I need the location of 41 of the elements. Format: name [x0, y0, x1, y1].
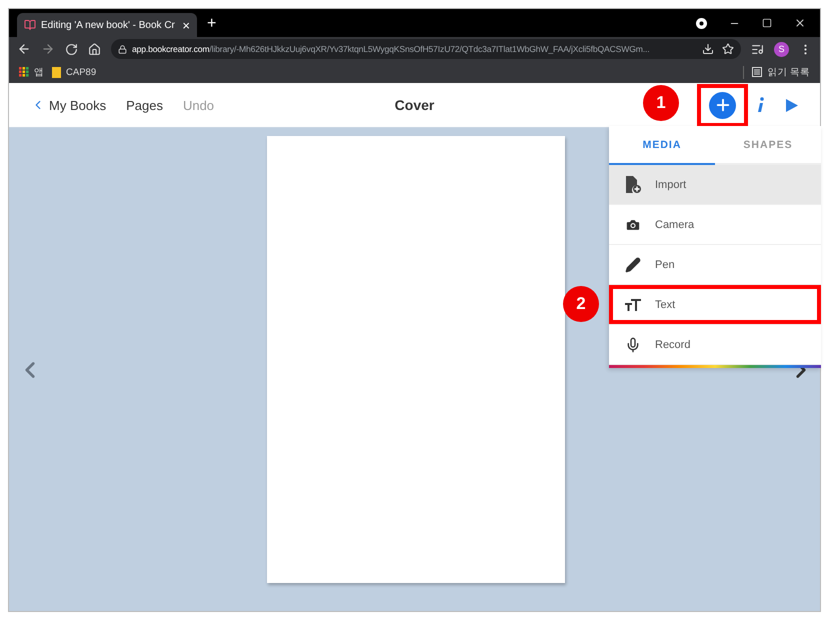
- menu-item[interactable]: Camera: [609, 205, 821, 245]
- folder-icon: [52, 66, 61, 78]
- menu-item[interactable]: Record: [609, 325, 821, 365]
- menu-item[interactable]: Text: [609, 285, 821, 325]
- star-icon[interactable]: [722, 43, 734, 55]
- my-books-link[interactable]: My Books: [31, 98, 106, 112]
- play-icon[interactable]: [786, 98, 798, 112]
- info-icon[interactable]: [758, 97, 764, 113]
- favicon-icon: [24, 19, 36, 31]
- playlist-icon[interactable]: [751, 42, 764, 56]
- bookmark[interactable]: CAP89: [52, 66, 96, 78]
- apps-grid-icon: [19, 67, 29, 77]
- browser-tab[interactable]: Editing 'A new book' - Book Cr ×: [17, 13, 197, 37]
- text-size-icon: [625, 298, 641, 310]
- url-text: app.bookcreator.com/library/-Mh626tHJkkzUuj6vqXR/Yv37ktqnL5WygqKSnsOfH57IzU72/QTdc3a7ITlat1WbGhW_FAA/jXcli5fbQACSWGm...: [132, 44, 650, 54]
- reload-icon[interactable]: [65, 42, 78, 56]
- address-field[interactable]: app.bookcreator.com/library/-Mh626tHJkkzUuj6vqXR/Yv37ktqnL5WygqKSnsOfH57IzU72/QTdc3a7ITlat1WbGhW_FAA/jXcli5fbQACSWGm...: [111, 39, 741, 59]
- menu-tab[interactable]: MEDIA: [609, 126, 715, 165]
- menu-item[interactable]: Pen: [609, 245, 821, 285]
- tab-title: Editing 'A new book' - Book Cr: [41, 20, 175, 30]
- bookmark[interactable]: 앱: [19, 66, 44, 78]
- toolbar-link[interactable]: Pages: [126, 98, 163, 112]
- new-tab-button[interactable]: +: [207, 15, 216, 33]
- file-plus-icon: [625, 176, 641, 194]
- page-title: Cover: [394, 97, 434, 113]
- maximize-icon[interactable]: [762, 18, 772, 28]
- profile-avatar[interactable]: S: [774, 42, 789, 56]
- add-button[interactable]: [709, 92, 736, 118]
- close-icon[interactable]: [794, 17, 806, 29]
- reading-list-icon: [752, 67, 762, 77]
- media-icon[interactable]: [696, 18, 707, 28]
- reading-list-button[interactable]: 읽기 목록: [743, 66, 810, 78]
- menu-item[interactable]: Import: [609, 165, 821, 205]
- pencil-icon: [625, 256, 641, 272]
- home-icon[interactable]: [88, 42, 101, 56]
- close-tab-button[interactable]: ×: [182, 18, 190, 32]
- forward-icon[interactable]: [41, 42, 55, 56]
- install-icon[interactable]: [702, 43, 714, 55]
- lock-icon: [118, 44, 127, 54]
- back-icon[interactable]: [17, 42, 31, 56]
- microphone-icon: [625, 336, 641, 352]
